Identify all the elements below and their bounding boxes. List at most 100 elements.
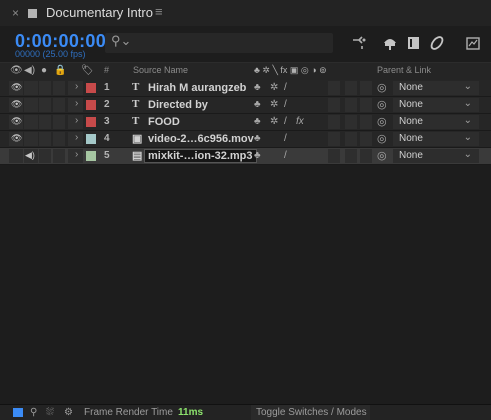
- chevron-down-icon: ⌄: [463, 149, 472, 160]
- switch-cell[interactable]: [39, 81, 51, 95]
- comp-flowchart-icon[interactable]: [349, 33, 369, 53]
- layer-switches-pane-icon[interactable]: [12, 407, 24, 418]
- switch-cell[interactable]: [360, 98, 372, 112]
- switch-cell[interactable]: [345, 81, 357, 95]
- switch-cell[interactable]: [360, 149, 372, 163]
- pick-whip-icon[interactable]: ◎: [377, 115, 387, 128]
- switch-cell[interactable]: [328, 149, 340, 163]
- switch-cell[interactable]: [24, 132, 38, 146]
- pick-whip-icon[interactable]: ◎: [377, 81, 387, 94]
- panel-menu-icon[interactable]: ≡: [155, 4, 163, 19]
- shy-switch-icon[interactable]: ♣: [254, 82, 261, 93]
- switch-cell[interactable]: [360, 81, 372, 95]
- switch-cell[interactable]: [345, 98, 357, 112]
- layer-row[interactable]: ◀) › 5 ▤ mixkit-…ion-32.mp3 ♣ / ◎ None ⌄: [0, 148, 491, 165]
- switch-cell[interactable]: [53, 81, 65, 95]
- expand-chevron-icon[interactable]: ›: [75, 132, 78, 143]
- layer-row[interactable]: 👁 › 4 ▣ video-2…6c956.mov ♣ / ◎ None ⌄: [0, 131, 491, 148]
- collapse-switch-icon[interactable]: ✲: [270, 99, 278, 110]
- parent-dropdown[interactable]: None ⌄: [393, 115, 479, 129]
- switches-header: ♣ ✲ ╲ fx ▣ ◎ ◑ ⊚: [254, 65, 327, 75]
- label-color-swatch[interactable]: [86, 151, 96, 161]
- shy-switch-icon[interactable]: ♣: [254, 150, 261, 161]
- switch-cell[interactable]: [345, 149, 357, 163]
- switch-cell[interactable]: [360, 115, 372, 129]
- label-color-swatch[interactable]: [86, 100, 96, 110]
- switch-cell[interactable]: [53, 149, 65, 163]
- switch-cell[interactable]: [328, 98, 340, 112]
- switch-cell[interactable]: [24, 81, 38, 95]
- layer-name[interactable]: video-2…6c956.mov: [148, 133, 254, 145]
- switch-cell[interactable]: [39, 115, 51, 129]
- label-color-swatch[interactable]: [86, 117, 96, 127]
- audio-switch-icon[interactable]: ◀): [25, 150, 35, 161]
- close-tab-icon[interactable]: ×: [12, 6, 19, 20]
- switch-cell[interactable]: [39, 132, 51, 146]
- quality-switch-icon[interactable]: /: [284, 99, 287, 110]
- video-switch-icon[interactable]: 👁: [11, 82, 22, 93]
- switch-cell[interactable]: [360, 132, 372, 146]
- switch-cell[interactable]: [345, 132, 357, 146]
- switch-cell[interactable]: [39, 98, 51, 112]
- quality-switch-icon[interactable]: /: [284, 82, 287, 93]
- switch-cell[interactable]: [24, 115, 38, 129]
- shy-switch-icon[interactable]: ♣: [254, 133, 261, 144]
- switch-cell[interactable]: [39, 149, 51, 163]
- shy-switch-icon[interactable]: ♣: [254, 99, 261, 110]
- layer-row[interactable]: 👁 › 1 T Hirah M aurangzeb ♣ ✲ / ◎ None ⌄: [0, 80, 491, 97]
- expand-chevron-icon[interactable]: ›: [75, 81, 78, 92]
- label-color-swatch[interactable]: [86, 134, 96, 144]
- layer-name[interactable]: Directed by: [148, 99, 208, 111]
- frame-blending-icon[interactable]: [404, 33, 424, 53]
- expand-chevron-icon[interactable]: ›: [75, 115, 78, 126]
- switch-cell[interactable]: [9, 149, 23, 163]
- expand-chevron-icon[interactable]: ›: [75, 98, 78, 109]
- frame-render-value: 11ms: [178, 407, 204, 418]
- switch-cell[interactable]: [24, 98, 38, 112]
- collapse-switch-icon[interactable]: ✲: [270, 82, 278, 93]
- switch-cell[interactable]: [53, 98, 65, 112]
- toggle-switches-label: Toggle Switches / Modes: [256, 407, 367, 418]
- quality-switch-icon[interactable]: /: [284, 150, 287, 161]
- collapse-switch-icon[interactable]: ✲: [270, 116, 278, 127]
- video-switch-icon[interactable]: 👁: [11, 133, 22, 144]
- layer-name[interactable]: Hirah M aurangzeb: [148, 82, 246, 94]
- switch-cell[interactable]: [53, 132, 65, 146]
- switch-cell[interactable]: [53, 115, 65, 129]
- switch-cell[interactable]: [328, 115, 340, 129]
- quality-switch-icon[interactable]: /: [284, 116, 287, 127]
- motion-blur-icon[interactable]: [427, 33, 447, 53]
- layer-row[interactable]: 👁 › 3 T FOOD ♣ ✲ / fx ◎ None ⌄: [0, 114, 491, 131]
- effect-switch-icon[interactable]: fx: [296, 116, 304, 127]
- layer-name[interactable]: FOOD: [148, 116, 180, 128]
- video-switch-icon[interactable]: 👁: [11, 116, 22, 127]
- transfer-controls-icon[interactable]: ⚲: [30, 407, 37, 418]
- layer-number: 1: [104, 82, 110, 93]
- shy-layers-icon[interactable]: [380, 33, 400, 53]
- pick-whip-icon[interactable]: ◎: [377, 98, 387, 111]
- switch-cell[interactable]: [328, 132, 340, 146]
- quality-switch-icon[interactable]: /: [284, 133, 287, 144]
- parent-dropdown[interactable]: None ⌄: [393, 81, 479, 95]
- layer-row[interactable]: 👁 › 2 T Directed by ♣ ✲ / ◎ None ⌄: [0, 97, 491, 114]
- shy-switch-icon[interactable]: ♣: [254, 116, 261, 127]
- label-color-swatch[interactable]: [86, 83, 96, 93]
- parent-dropdown[interactable]: None ⌄: [393, 98, 479, 112]
- graph-editor-icon[interactable]: [463, 33, 483, 53]
- parent-dropdown[interactable]: None ⌄: [393, 149, 479, 163]
- composition-tab-title[interactable]: Documentary Intro: [46, 5, 153, 20]
- source-name-header[interactable]: Source Name: [133, 65, 188, 75]
- parent-link-header[interactable]: Parent & Link: [377, 65, 431, 75]
- switch-cell[interactable]: [345, 115, 357, 129]
- layer-name[interactable]: mixkit-…ion-32.mp3: [144, 149, 257, 163]
- search-input[interactable]: [105, 33, 333, 53]
- toggle-switches-modes-button[interactable]: Toggle Switches / Modes: [251, 405, 370, 420]
- video-switch-icon[interactable]: 👁: [11, 99, 22, 110]
- switch-cell[interactable]: [328, 81, 340, 95]
- parent-dropdown[interactable]: None ⌄: [393, 132, 479, 146]
- pick-whip-icon[interactable]: ◎: [377, 149, 387, 162]
- pick-whip-icon[interactable]: ◎: [377, 132, 387, 145]
- expand-chevron-icon[interactable]: ›: [75, 149, 78, 160]
- in-out-duration-icon[interactable]: ⛆: [46, 407, 54, 418]
- render-time-icon[interactable]: ⚙: [64, 407, 73, 418]
